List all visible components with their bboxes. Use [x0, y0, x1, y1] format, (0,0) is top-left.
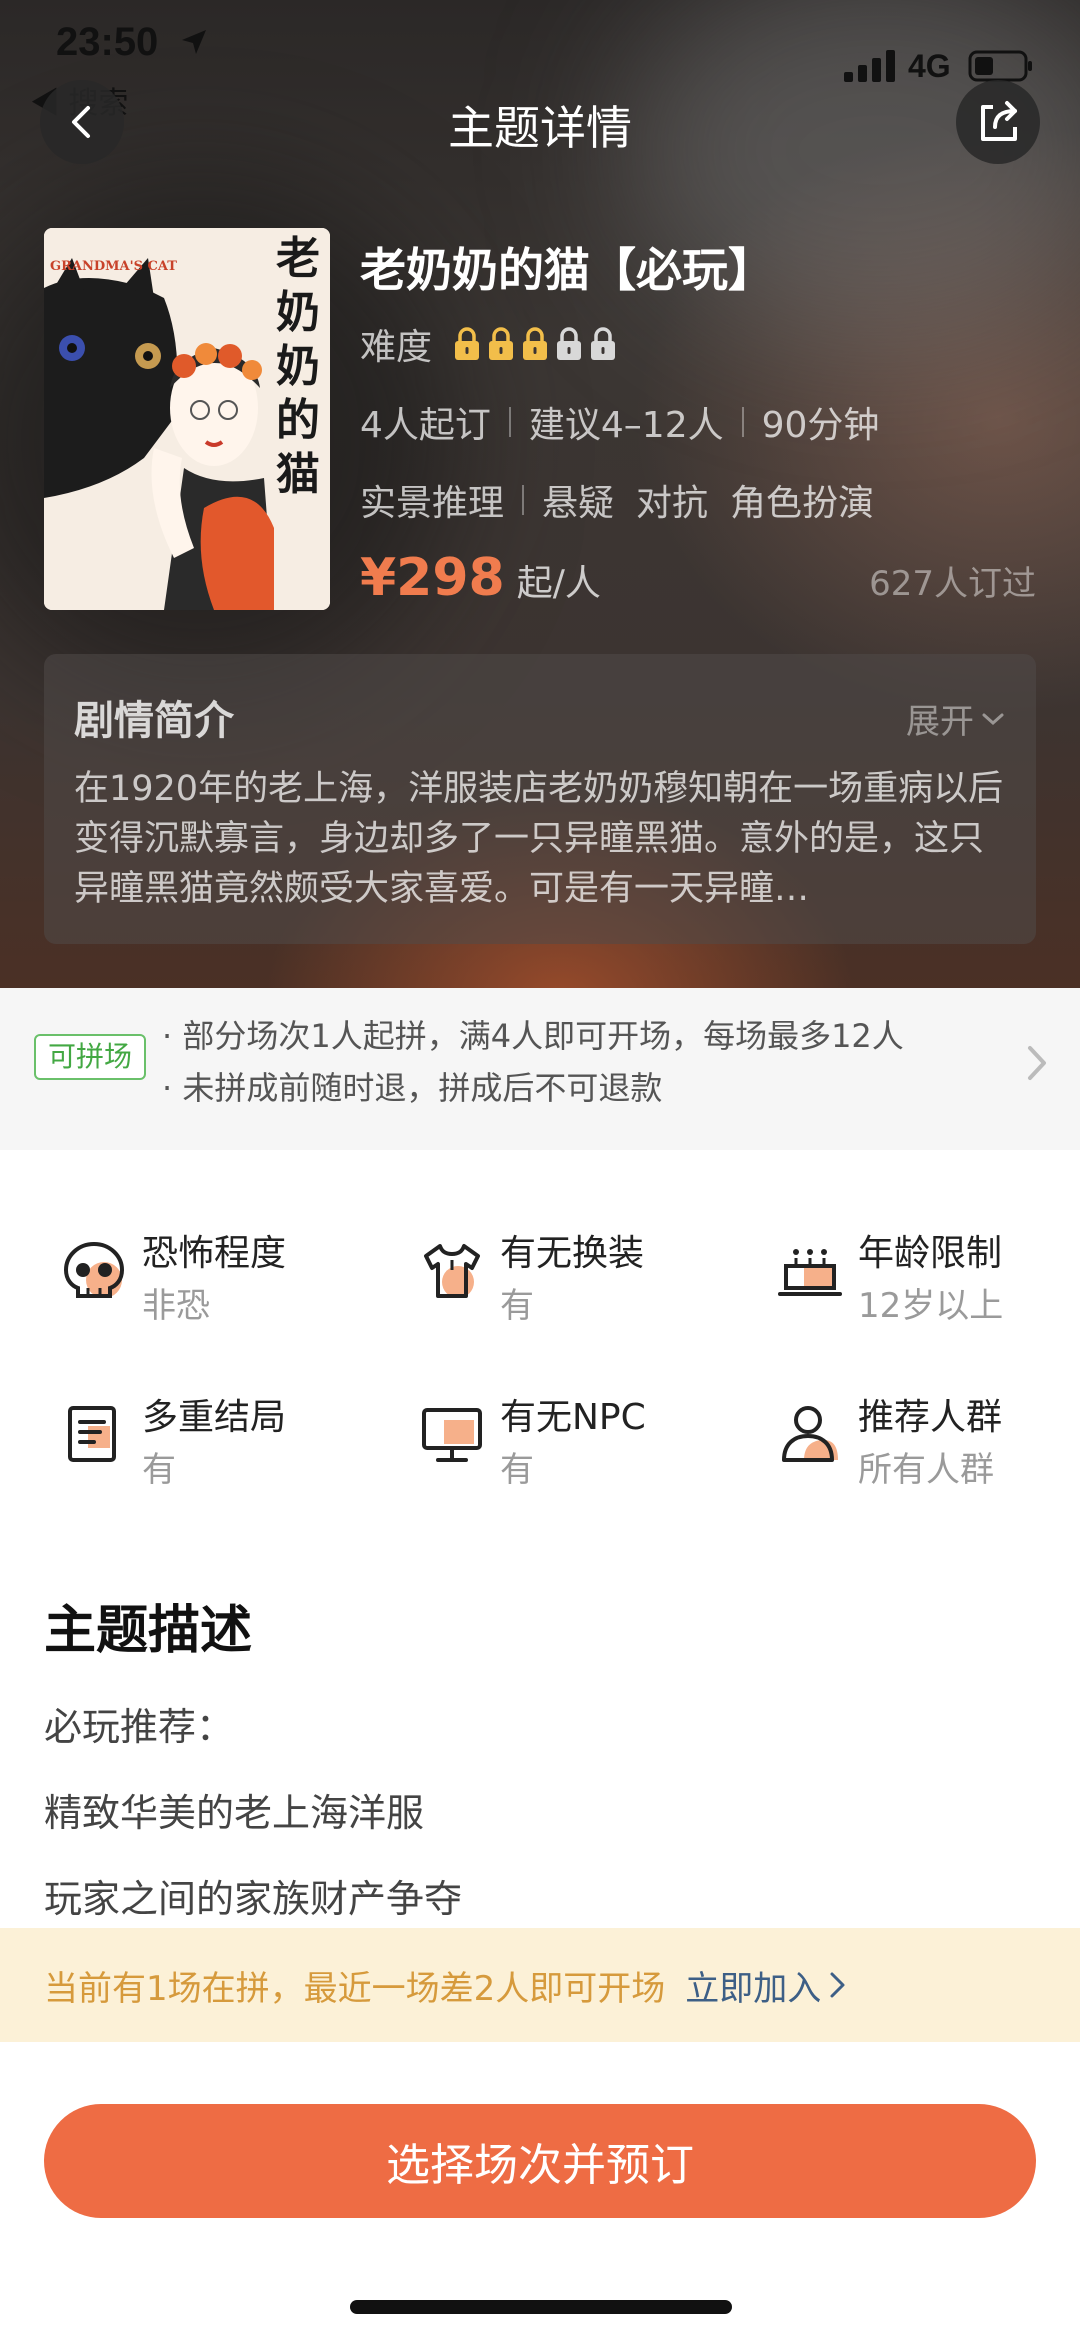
- feature-endings: 多重结局 有: [60, 1388, 380, 1498]
- chevron-right-icon: [830, 1972, 845, 1998]
- description-line: 精致华美的老上海洋服: [44, 1791, 425, 1835]
- book-button[interactable]: 选择场次并预订: [44, 2104, 1036, 2218]
- location-arrow-icon: [182, 30, 206, 54]
- feature-audience: 推荐人群 所有人群: [776, 1388, 1080, 1498]
- price-unit: 起/人: [516, 563, 601, 604]
- tag: 悬疑: [542, 483, 615, 524]
- poster-title-cn: 老 奶 奶 的 猫: [276, 233, 320, 500]
- divider: [741, 407, 744, 437]
- feature-horror: 恐怖程度 非恐: [60, 1224, 380, 1334]
- share-icon: [981, 101, 1017, 141]
- theme-title: 老奶奶的猫【必玩】: [360, 243, 774, 297]
- feature-label: 有无NPC: [500, 1397, 646, 1438]
- feature-label: 多重结局: [142, 1397, 287, 1438]
- min-booking: 4人起订: [360, 405, 491, 446]
- difficulty-label: 难度: [360, 327, 433, 368]
- shirt-icon: [424, 1244, 480, 1298]
- page-title: 主题详情: [448, 101, 632, 155]
- tag: 对抗: [636, 483, 709, 524]
- description-line: 必玩推荐：: [44, 1705, 235, 1749]
- theme-poster[interactable]: GRANDMA'S CAT 老 奶 奶 的 猫: [44, 228, 330, 610]
- home-indicator: [350, 2300, 732, 2314]
- feature-label: 年龄限制: [858, 1233, 1003, 1274]
- notice-text: 当前有1场在拼，最近一场差2人即可开场: [44, 1968, 666, 2009]
- lock-icon: [455, 327, 480, 360]
- group-booking-info[interactable]: 可拼场 · 部分场次1人起拼，满4人即可开场，每场最多12人 · 未拼成前随时退…: [0, 988, 1080, 1150]
- document-icon: [68, 1406, 116, 1462]
- group-rule-line: · 部分场次1人起拼，满4人即可开场，每场最多12人: [162, 1017, 904, 1055]
- lock-empty-icon: [557, 327, 582, 360]
- tag-primary: 实景推理: [360, 483, 505, 524]
- feature-value: 有: [500, 1450, 534, 1490]
- status-time: 23:50: [56, 20, 159, 64]
- synopsis-body: 在1920年的老上海，洋服装店老奶奶穆知朝在一场重病以后变得沉默寡言，身边却多了…: [74, 769, 1004, 909]
- feature-value: 所有人群: [858, 1450, 994, 1490]
- chevron-down-icon: [982, 713, 1004, 725]
- expand-button[interactable]: 展开: [906, 694, 1006, 743]
- skull-icon: [63, 1241, 125, 1298]
- feature-npc: 有无NPC 有: [418, 1388, 738, 1498]
- person-icon: [782, 1406, 838, 1462]
- join-now-label: 立即加入: [685, 1968, 822, 2009]
- join-now-link[interactable]: 立即加入: [685, 1961, 849, 2010]
- divider: [508, 407, 511, 437]
- synopsis-card: 剧情简介 展开 在1920年的老上海，洋服装店老奶奶穆知朝在一场重病以后变得沉默…: [44, 654, 1036, 944]
- duration: 90分钟: [761, 405, 880, 446]
- feature-costume: 有无换装 有: [418, 1224, 738, 1334]
- feature-label: 恐怖程度: [142, 1233, 287, 1274]
- feature-age: 年龄限制 12岁以上: [776, 1224, 1080, 1334]
- group-notice-bar: 当前有1场在拼，最近一场差2人即可开场 立即加入: [0, 1928, 1080, 2042]
- difficulty-row: 难度: [360, 318, 618, 370]
- group-badge: 可拼场: [34, 1034, 147, 1080]
- feature-value: 非恐: [142, 1286, 210, 1326]
- description-title: 主题描述: [44, 1601, 253, 1661]
- feature-label: 推荐人群: [858, 1397, 1003, 1438]
- description-line: 玩家之间的家族财产争夺: [44, 1877, 463, 1921]
- feature-value: 有: [142, 1450, 176, 1490]
- booked-count: 627人订过: [869, 564, 1036, 604]
- lock-icon: [489, 327, 514, 360]
- monitor-icon: [422, 1408, 482, 1462]
- feature-value: 有: [500, 1286, 534, 1326]
- network-type: 4G: [908, 48, 951, 84]
- hero-header: 23:50 ◀ 搜索 4G 主题详情: [0, 0, 1080, 988]
- theme-meta: 4人起订 建议4–12人 90分钟: [360, 396, 879, 448]
- lock-empty-icon: [591, 327, 616, 360]
- share-button[interactable]: [956, 80, 1040, 164]
- battery-icon: [968, 50, 1032, 82]
- suggested-players: 建议4–12人: [528, 405, 724, 446]
- price-value: ¥298: [360, 548, 505, 608]
- feature-label: 有无换装: [500, 1233, 645, 1274]
- difficulty-locks: [448, 326, 618, 362]
- tag: 角色扮演: [730, 483, 875, 524]
- theme-tags: 实景推理 悬疑 对抗 角色扮演: [360, 474, 874, 526]
- signal-icon: [844, 50, 895, 82]
- price: ¥298 起/人: [360, 548, 601, 608]
- lock-icon: [523, 327, 548, 360]
- cake-icon: [778, 1249, 842, 1296]
- synopsis-title: 剧情简介: [74, 698, 234, 744]
- group-rule-line: · 未拼成前随时退，拼成后不可退款: [162, 1069, 663, 1107]
- expand-label: 展开: [906, 702, 974, 742]
- feature-value: 12岁以上: [858, 1286, 1004, 1326]
- group-rules: · 部分场次1人起拼，满4人即可开场，每场最多12人 · 未拼成前随时退，拼成后…: [162, 1010, 904, 1114]
- svg-text:GRANDMA'S CAT: GRANDMA'S CAT: [50, 259, 177, 274]
- chevron-right-icon: [1028, 1046, 1046, 1080]
- divider: [522, 485, 525, 515]
